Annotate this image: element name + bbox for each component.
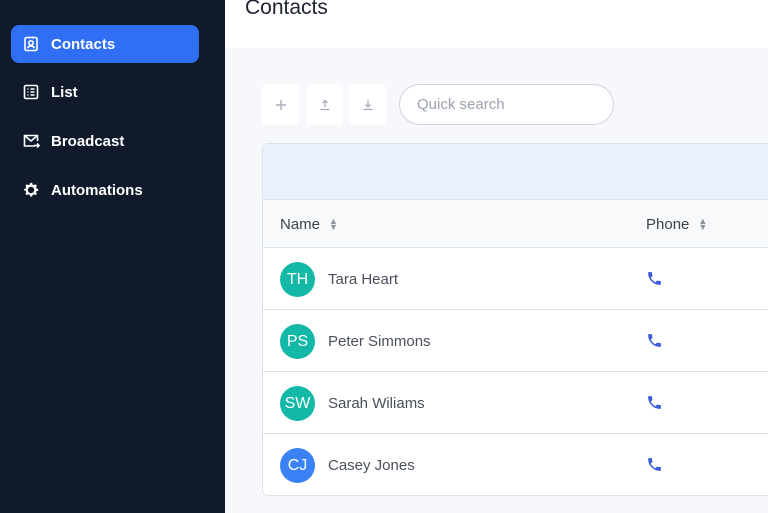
contact-name: Tara Heart [328, 270, 399, 288]
contact-card-icon [22, 35, 40, 53]
quick-search-input[interactable] [399, 84, 614, 125]
sidebar-item-label: Broadcast [51, 132, 125, 150]
avatar: SW [280, 386, 315, 421]
avatar: PS [280, 324, 315, 359]
main-content: Contacts Name ▲▼ Phone ▲▼ TH [225, 0, 768, 513]
avatar: CJ [280, 448, 315, 483]
table-row[interactable]: PS Peter Simmons [263, 310, 768, 372]
sidebar-item-label: Contacts [51, 35, 116, 53]
download-icon [363, 100, 372, 110]
table-row[interactable]: SW Sarah Wiliams [263, 372, 768, 434]
page-header: Contacts [225, 0, 768, 48]
table-row[interactable]: CJ Casey Jones [263, 434, 768, 495]
sidebar-item-broadcast[interactable]: Broadcast [11, 122, 199, 160]
sidebar-item-automations[interactable]: Automations [11, 171, 199, 209]
sidebar-item-label: List [51, 83, 78, 101]
sidebar-item-list[interactable]: List [11, 73, 199, 111]
table-header: Name ▲ ▼ Phone ▲ ▼ [263, 200, 768, 248]
contact-name: Casey Jones [328, 456, 415, 474]
contact-name: Peter Simmons [328, 332, 431, 350]
table-toolbar [263, 144, 768, 200]
table-row[interactable]: TH Tara Heart [263, 248, 768, 310]
upload-icon [320, 99, 329, 110]
contacts-table: Name ▲ ▼ Phone ▲ ▼ TH Tara Heart PS Peter … [262, 143, 768, 496]
avatar: TH [280, 262, 315, 297]
plus-icon [275, 99, 286, 110]
phone-icon[interactable] [646, 332, 663, 349]
list-icon [22, 83, 40, 101]
upload-button[interactable] [306, 84, 343, 125]
download-button[interactable] [349, 84, 386, 125]
phone-icon[interactable] [646, 394, 663, 411]
sidebar-item-contacts[interactable]: Contacts [11, 25, 199, 63]
phone-icon[interactable] [646, 270, 663, 287]
column-header-name[interactable]: Name ▲ ▼ [280, 200, 338, 248]
add-contact-button[interactable] [262, 84, 299, 125]
page-title: Contacts [245, 0, 328, 19]
sort-icon: ▲ ▼ [329, 216, 338, 232]
gear-icon [22, 181, 40, 199]
mail-send-icon [22, 132, 40, 150]
column-label: Name [280, 215, 321, 233]
column-label: Phone [646, 215, 690, 233]
sidebar: Contacts List Broadcast Automations [0, 0, 225, 513]
phone-icon[interactable] [646, 456, 663, 473]
column-header-phone[interactable]: Phone ▲ ▼ [646, 200, 707, 248]
contact-name: Sarah Wiliams [328, 394, 425, 412]
sidebar-item-label: Automations [51, 181, 143, 199]
sort-icon: ▲ ▼ [698, 216, 708, 232]
